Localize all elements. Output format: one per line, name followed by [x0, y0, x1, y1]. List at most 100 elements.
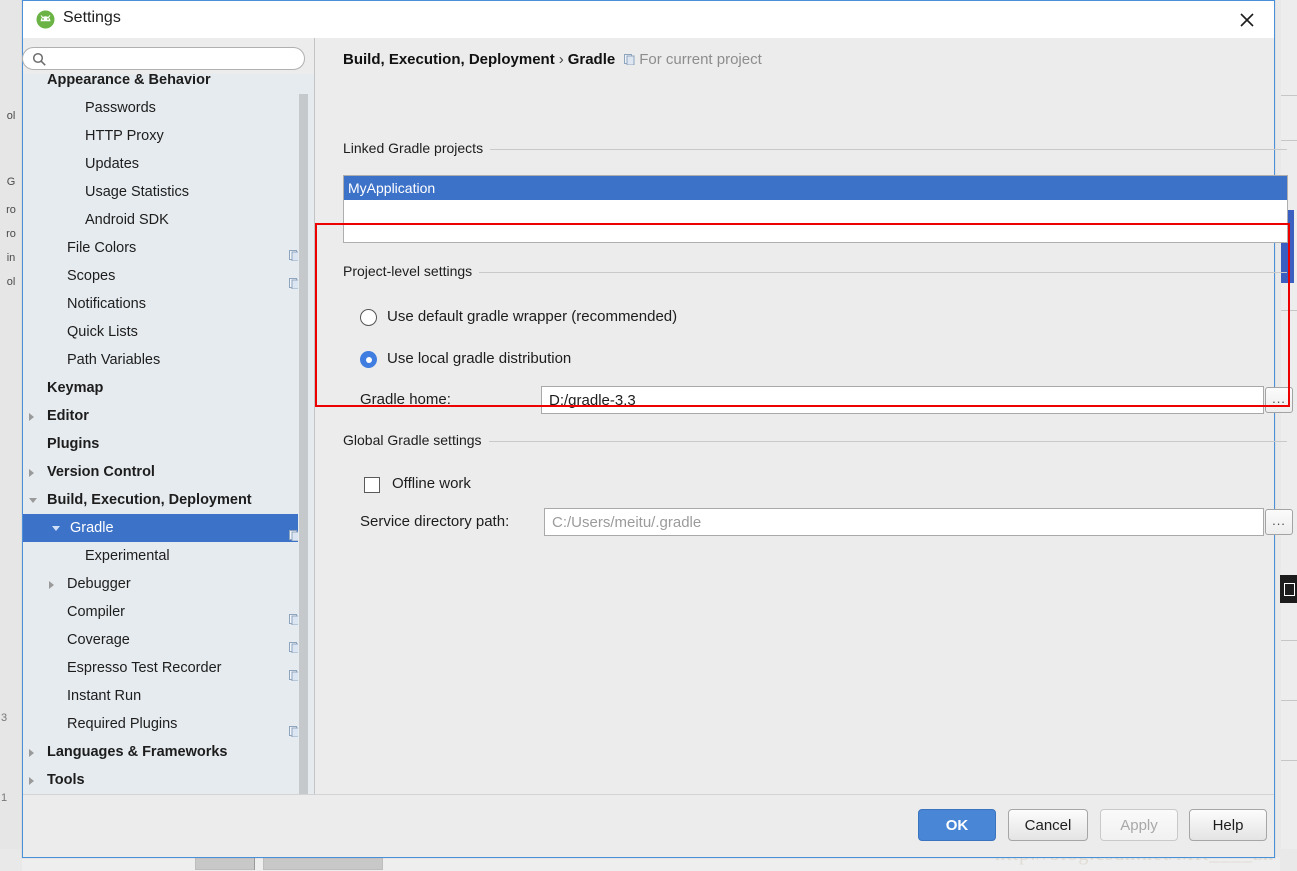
sidebar-item-file-colors[interactable]: File Colors	[23, 234, 314, 262]
sidebar-item-label: Coverage	[67, 632, 130, 648]
ide-hscroll-thumb[interactable]	[195, 856, 255, 870]
gradle-home-label: Gradle home:	[360, 391, 451, 408]
ide-right-divider	[1281, 140, 1297, 141]
sidebar-item-label: Scopes	[67, 268, 116, 284]
breadcrumb-scope-label: For current project	[639, 51, 762, 68]
sidebar-item-label: Languages & Frameworks	[47, 744, 228, 760]
sidebar-item-label: Editor	[47, 408, 89, 424]
sidebar-item-languages-frameworks[interactable]: Languages & Frameworks	[23, 738, 314, 766]
ide-right-divider	[1281, 310, 1297, 311]
ide-right-panel	[1281, 0, 1297, 871]
chevron-right-icon[interactable]	[29, 413, 34, 421]
dialog-body: Appearance & Behavior Passwords HTTP Proxy…	[22, 38, 1293, 795]
sidebar-item-compiler[interactable]: Compiler	[23, 598, 314, 626]
gradle-home-field[interactable]	[541, 386, 1264, 414]
sidebar-item-label: Espresso Test Recorder	[67, 660, 222, 676]
gradle-home-input[interactable]	[542, 387, 1263, 413]
service-directory-field[interactable]	[544, 508, 1264, 536]
sidebar-item-version-control[interactable]: Version Control	[23, 458, 314, 486]
sidebar-item-editor[interactable]: Editor	[23, 402, 314, 430]
sidebar-item-path-variables[interactable]: Path Variables	[23, 346, 314, 374]
linked-projects-list[interactable]: MyApplication	[343, 175, 1288, 243]
search-container	[22, 38, 314, 74]
sidebar-item-label: Required Plugins	[67, 716, 178, 732]
sidebar-item-label: HTTP Proxy	[85, 128, 164, 144]
sidebar-item-quick-lists[interactable]: Quick Lists	[23, 318, 314, 346]
sidebar-item-android-sdk[interactable]: Android SDK	[23, 206, 314, 234]
sidebar-item-plugins[interactable]: Plugins	[23, 430, 314, 458]
cancel-button[interactable]: Cancel	[1008, 809, 1088, 841]
service-directory-input[interactable]	[545, 509, 1263, 535]
breadcrumb: Build, Execution, Deployment › Gradle For c…	[343, 51, 762, 68]
sidebar-item-required-plugins[interactable]: Required Plugins	[23, 710, 314, 738]
sidebar-item-label: Android SDK	[85, 212, 169, 228]
radio-use-default-wrapper-label: Use default gradle wrapper (recommended)	[387, 308, 678, 325]
sidebar-item-notifications[interactable]: Notifications	[23, 290, 314, 318]
ide-right-black-badge	[1280, 575, 1297, 603]
sidebar-item-appearance-behavior[interactable]: Appearance & Behavior	[23, 74, 314, 94]
chevron-down-icon[interactable]	[52, 526, 60, 531]
checkbox-unchecked-icon	[364, 477, 380, 493]
sidebar-item-instant-run[interactable]: Instant Run	[23, 682, 314, 710]
sidebar-scroll-thumb[interactable]	[299, 94, 308, 795]
sidebar-item-updates[interactable]: Updates	[23, 150, 314, 178]
sidebar-item-keymap[interactable]: Keymap	[23, 374, 314, 402]
sidebar-item-label: Appearance & Behavior	[47, 74, 211, 88]
chevron-right-icon[interactable]	[49, 581, 54, 589]
ok-button[interactable]: OK	[918, 809, 996, 841]
sidebar-item-label: Plugins	[47, 436, 100, 452]
gradle-home-browse-button[interactable]: ...	[1265, 387, 1293, 413]
project-scope-icon	[624, 52, 635, 66]
ide-hscroll-thumb[interactable]	[263, 856, 383, 870]
sidebar-item-usage-statistics[interactable]: Usage Statistics	[23, 178, 314, 206]
ide-left-tab: ol	[6, 276, 16, 288]
breadcrumb-parent[interactable]: Build, Execution, Deployment	[343, 51, 555, 68]
ide-right-divider	[1281, 640, 1297, 641]
checkbox-offline-work-label: Offline work	[392, 475, 471, 492]
sidebar-item-label: Gradle	[70, 520, 114, 536]
ide-hscroll-sep	[254, 858, 255, 870]
sidebar-item-gradle[interactable]: Gradle	[23, 514, 314, 542]
ide-right-divider	[1281, 760, 1297, 761]
search-input[interactable]	[53, 50, 297, 70]
ide-right-divider	[1281, 700, 1297, 701]
dialog-titlebar: Settings	[23, 1, 1274, 39]
sidebar-item-label: Keymap	[47, 380, 104, 396]
ide-left-tab: ro	[6, 204, 16, 216]
android-studio-icon	[36, 10, 55, 29]
sidebar-item-coverage[interactable]: Coverage	[23, 626, 314, 654]
breadcrumb-scope: For current project	[624, 51, 762, 68]
sidebar-item-experimental[interactable]: Experimental	[23, 542, 314, 570]
chevron-right-icon[interactable]	[29, 777, 34, 785]
ide-left-tab: G	[6, 176, 16, 188]
sidebar-item-label: Usage Statistics	[85, 184, 189, 200]
sidebar-item-label: Passwords	[85, 100, 156, 116]
sidebar-item-label: Path Variables	[67, 352, 161, 368]
sidebar-item-build-execution-deployment[interactable]: Build, Execution, Deployment	[23, 486, 314, 514]
sidebar-item-label: Tools	[47, 772, 85, 788]
list-item[interactable]: MyApplication	[344, 176, 1287, 200]
breadcrumb-current: Gradle	[567, 51, 616, 68]
sidebar-item-http-proxy[interactable]: HTTP Proxy	[23, 122, 314, 150]
sidebar-item-passwords[interactable]: Passwords	[23, 94, 314, 122]
sidebar-item-tools[interactable]: Tools	[23, 766, 314, 794]
close-icon[interactable]	[1225, 1, 1269, 37]
settings-sidebar: Appearance & Behavior Passwords HTTP Proxy…	[22, 38, 315, 795]
sidebar-item-label: Experimental	[85, 548, 170, 564]
help-button[interactable]: Help	[1189, 809, 1267, 841]
settings-tree[interactable]: Appearance & Behavior Passwords HTTP Proxy…	[23, 74, 314, 795]
radio-button-selected-icon	[360, 351, 377, 368]
chevron-right-icon[interactable]	[29, 469, 34, 477]
radio-use-local-distribution-label: Use local gradle distribution	[387, 350, 572, 367]
apply-button[interactable]: Apply	[1100, 809, 1178, 841]
sidebar-item-label: Updates	[85, 156, 140, 172]
service-directory-label: Service directory path:	[360, 513, 510, 530]
chevron-down-icon[interactable]	[29, 498, 37, 503]
chevron-right-icon[interactable]	[29, 749, 34, 757]
sidebar-item-scopes[interactable]: Scopes	[23, 262, 314, 290]
sidebar-item-label: Version Control	[47, 464, 155, 480]
service-directory-browse-button[interactable]: ...	[1265, 509, 1293, 535]
search-box[interactable]	[22, 47, 305, 70]
sidebar-item-debugger[interactable]: Debugger	[23, 570, 314, 598]
sidebar-item-espresso-test-recorder[interactable]: Espresso Test Recorder	[23, 654, 314, 682]
